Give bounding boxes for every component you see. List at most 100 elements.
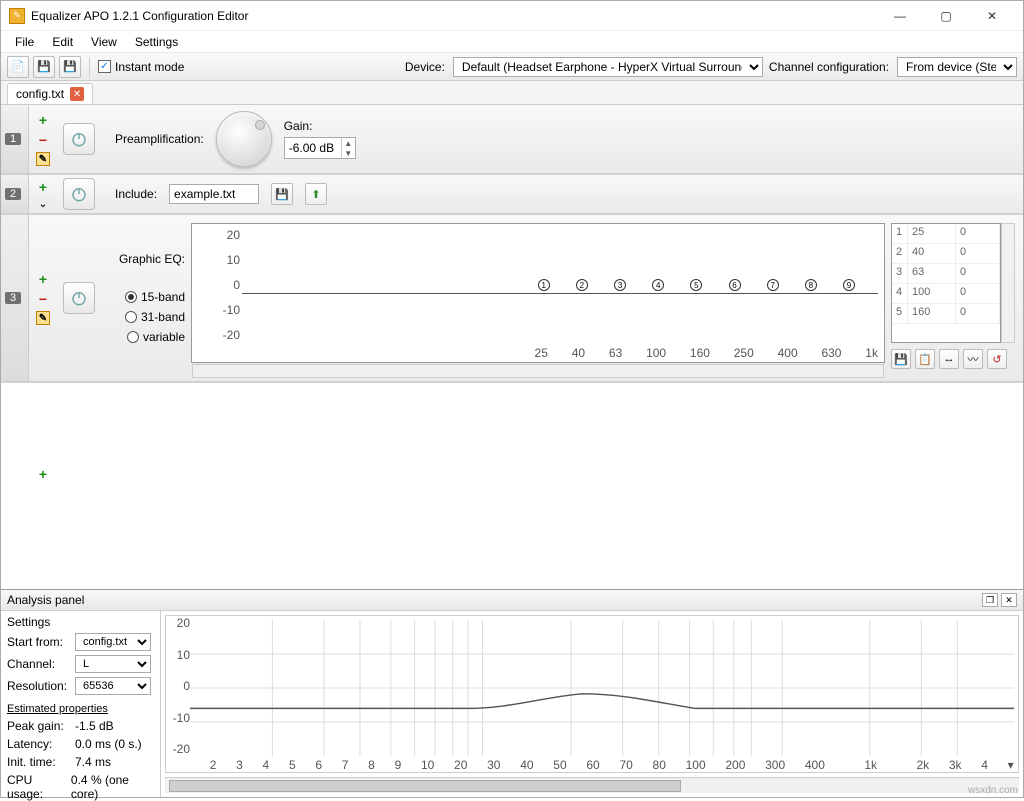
resolution-select[interactable]: 65536 — [75, 677, 151, 695]
block-gutter: 3 — [1, 215, 29, 381]
eq-plot[interactable]: 20100-10-20 1 2 3 4 5 6 7 8 9 — [191, 223, 885, 363]
gain-spinbox[interactable]: ▲▼ — [284, 137, 356, 159]
minimize-button[interactable]: — — [877, 2, 923, 30]
eq-hscrollbar[interactable] — [192, 364, 884, 378]
eq-invert-button[interactable]: ↔ — [939, 349, 959, 369]
analysis-hscrollbar[interactable] — [165, 777, 1019, 793]
analysis-plot[interactable]: 20100-10-20 2345678910 2030405060 — [165, 615, 1019, 773]
block-gutter: 1 — [1, 105, 29, 173]
eq-band-table[interactable]: 1250 2400 3630 41000 51600 — [891, 223, 1001, 343]
block-number: 3 — [5, 292, 21, 304]
add-block-button[interactable]: + — [35, 466, 51, 482]
expand-button[interactable]: ⌄ — [35, 199, 51, 210]
tab-label: config.txt — [16, 87, 64, 101]
block-preamp: 1 + − ✎ Preamplification: Gain: ▲▼ — [1, 105, 1023, 175]
instant-mode-checkbox[interactable]: ✓ — [98, 60, 111, 73]
add-above-button[interactable]: + — [35, 112, 51, 128]
eq-y-axis: 20100-10-20 — [218, 228, 240, 342]
toolbar-separator — [89, 57, 90, 77]
power-toggle[interactable] — [63, 123, 95, 155]
new-file-button[interactable]: 📄 — [7, 56, 29, 78]
menu-settings[interactable]: Settings — [127, 33, 186, 51]
device-select[interactable]: Default (Headset Earphone - HyperX Virtu… — [453, 57, 763, 77]
spin-down-icon[interactable]: ▼ — [342, 148, 355, 158]
eq-normalize-button[interactable]: 〰 — [963, 349, 983, 369]
power-icon — [70, 185, 88, 203]
table-row: 1250 — [892, 224, 1000, 244]
radio-icon — [125, 291, 137, 303]
eq-point[interactable]: 6 — [729, 279, 741, 291]
eq-point[interactable]: 1 — [538, 279, 550, 291]
analysis-settings: Settings Start from:config.txt Channel:L… — [1, 611, 161, 797]
menu-view[interactable]: View — [83, 33, 125, 51]
open-included-button[interactable]: ⬆ — [305, 183, 327, 205]
add-above-button[interactable]: + — [35, 179, 51, 195]
channel-label: Channel: — [7, 657, 71, 671]
block-include: 2 + ⌄ Include: 💾 ⬆ — [1, 175, 1023, 215]
table-row: 51600 — [892, 304, 1000, 324]
remove-block-button[interactable]: − — [35, 132, 51, 148]
eq-point[interactable]: 3 — [614, 279, 626, 291]
titlebar: ✎ Equalizer APO 1.2.1 Configuration Edit… — [1, 1, 1023, 31]
add-block-area: + — [1, 383, 1023, 563]
app-icon: ✎ — [9, 8, 25, 24]
eq-point[interactable]: 7 — [767, 279, 779, 291]
include-file-input[interactable] — [169, 184, 259, 204]
preamp-label: Preamplification: — [115, 132, 204, 146]
gain-label: Gain: — [284, 119, 313, 133]
eq-markers: 1 2 3 4 5 6 7 8 9 — [242, 228, 878, 342]
peak-gain-value: -1.5 dB — [75, 719, 114, 733]
edit-block-button[interactable]: ✎ — [36, 152, 50, 166]
settings-header: Settings — [7, 615, 154, 629]
device-label: Device: — [405, 60, 445, 74]
radio-icon — [127, 331, 139, 343]
chan-config-select[interactable]: From device (Stereo) — [897, 57, 1017, 77]
mode-15band[interactable]: 15-band — [125, 290, 185, 304]
latency-value: 0.0 ms (0 s.) — [75, 737, 142, 751]
table-row: 3630 — [892, 264, 1000, 284]
latency-label: Latency: — [7, 737, 71, 751]
edit-block-button[interactable]: ✎ — [36, 311, 50, 325]
eq-copy-button[interactable]: 📋 — [915, 349, 935, 369]
save-file-button[interactable]: 💾 — [59, 56, 81, 78]
init-time-label: Init. time: — [7, 755, 71, 769]
spin-up-icon[interactable]: ▲ — [342, 138, 355, 148]
power-toggle[interactable] — [63, 178, 95, 210]
undock-button[interactable]: ❐ — [982, 593, 998, 607]
cpu-usage-value: 0.4 % (one core) — [71, 773, 154, 801]
init-time-value: 7.4 ms — [75, 755, 111, 769]
eq-save-button[interactable]: 💾 — [891, 349, 911, 369]
eq-point[interactable]: 4 — [652, 279, 664, 291]
remove-block-button[interactable]: − — [35, 291, 51, 307]
power-toggle[interactable] — [63, 282, 95, 314]
open-file-button[interactable]: 💾 — [33, 56, 55, 78]
browse-file-button[interactable]: 💾 — [271, 183, 293, 205]
menu-file[interactable]: File — [7, 33, 42, 51]
menu-edit[interactable]: Edit — [44, 33, 81, 51]
resolution-label: Resolution: — [7, 679, 71, 693]
gain-knob[interactable] — [216, 111, 272, 167]
tab-close-icon[interactable]: ✕ — [70, 87, 84, 101]
close-button[interactable]: ✕ — [969, 2, 1015, 30]
maximize-button[interactable]: ▢ — [923, 2, 969, 30]
response-curve — [190, 620, 1014, 756]
est-props-header: Estimated properties — [7, 703, 154, 715]
start-from-select[interactable]: config.txt — [75, 633, 151, 651]
channel-select[interactable]: L — [75, 655, 151, 673]
table-row: 2400 — [892, 244, 1000, 264]
table-vscrollbar[interactable] — [1001, 223, 1015, 343]
app-window: ✎ Equalizer APO 1.2.1 Configuration Edit… — [0, 0, 1024, 798]
eq-point[interactable]: 2 — [576, 279, 588, 291]
eq-point[interactable]: 5 — [690, 279, 702, 291]
gain-input[interactable] — [285, 138, 341, 158]
mode-31band[interactable]: 31-band — [125, 310, 185, 324]
graphic-eq-label: Graphic EQ: — [119, 252, 185, 266]
block-gutter: 2 — [1, 175, 29, 213]
close-panel-button[interactable]: ✕ — [1001, 593, 1017, 607]
eq-point[interactable]: 8 — [805, 279, 817, 291]
mode-variable[interactable]: variable — [127, 330, 185, 344]
tab-config[interactable]: config.txt ✕ — [7, 83, 93, 104]
eq-reset-button[interactable]: ↺ — [987, 349, 1007, 369]
eq-point[interactable]: 9 — [843, 279, 855, 291]
add-above-button[interactable]: + — [35, 271, 51, 287]
